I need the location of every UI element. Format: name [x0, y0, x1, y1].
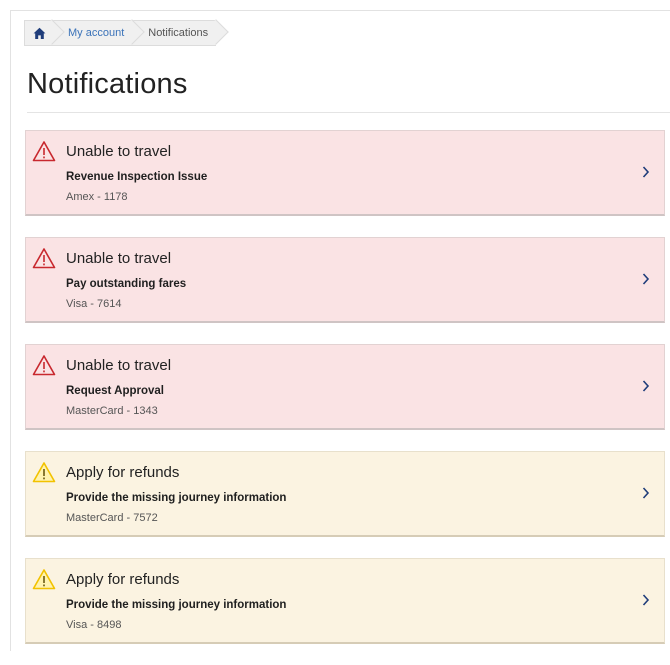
notification-card[interactable]: Unable to travel Pay outstanding fares V… — [25, 237, 665, 323]
notification-list: Unable to travel Revenue Inspection Issu… — [25, 130, 665, 665]
breadcrumb-my-account-label[interactable]: My account — [68, 27, 124, 39]
notification-card[interactable]: Apply for refunds Provide the missing jo… — [25, 451, 665, 537]
notification-card[interactable]: Unable to travel Revenue Inspection Issu… — [25, 130, 665, 216]
notification-subtitle: Request Approval — [66, 385, 164, 397]
chevron-right-icon — [642, 487, 650, 499]
warning-triangle-icon — [32, 569, 56, 590]
notification-card-detail: Visa - 8498 — [66, 619, 122, 631]
breadcrumb-notifications: Notifications — [132, 20, 217, 46]
notification-card-detail: Visa - 7614 — [66, 298, 122, 310]
notification-subtitle: Pay outstanding fares — [66, 278, 187, 290]
notification-title: Apply for refunds — [66, 571, 180, 588]
breadcrumb-notifications-label: Notifications — [148, 27, 209, 39]
notification-subtitle: Provide the missing journey information — [66, 599, 287, 611]
notification-subtitle: Revenue Inspection Issue — [66, 171, 208, 183]
notification-card-detail: MasterCard - 1343 — [66, 405, 158, 417]
notification-card-detail: Amex - 1178 — [66, 191, 128, 203]
chevron-right-icon — [642, 594, 650, 606]
chevron-right-icon — [642, 166, 650, 178]
title-divider — [27, 112, 670, 113]
notification-title: Unable to travel — [66, 143, 172, 160]
home-icon — [33, 27, 46, 39]
breadcrumb: My account Notifications — [24, 20, 217, 46]
notification-card[interactable]: Unable to travel Request Approval Master… — [25, 344, 665, 430]
notification-card[interactable]: Apply for refunds Provide the missing jo… — [25, 558, 665, 644]
breadcrumb-home[interactable] — [24, 20, 52, 46]
chevron-right-icon — [642, 273, 650, 285]
notification-title: Unable to travel — [66, 357, 172, 374]
notification-title: Unable to travel — [66, 250, 172, 267]
page-title: Notifications — [27, 68, 188, 100]
warning-triangle-icon — [32, 248, 56, 269]
warning-triangle-icon — [32, 355, 56, 376]
notification-subtitle: Provide the missing journey information — [66, 492, 287, 504]
notification-title: Apply for refunds — [66, 464, 180, 481]
chevron-right-icon — [642, 380, 650, 392]
breadcrumb-my-account[interactable]: My account — [52, 20, 133, 46]
notification-card-detail: MasterCard - 7572 — [66, 512, 158, 524]
warning-triangle-icon — [32, 462, 56, 483]
warning-triangle-icon — [32, 141, 56, 162]
